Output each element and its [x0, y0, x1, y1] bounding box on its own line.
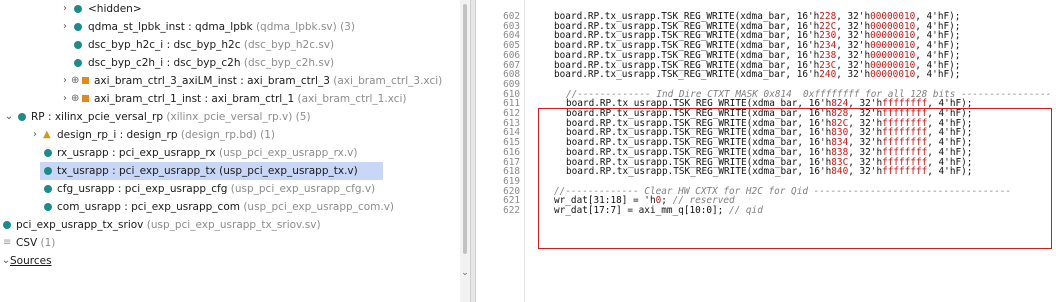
tree-item-source: (design_rp.bd) (1) [177, 129, 275, 141]
tree-item-label: pci_exp_usrapp_tx_sriov [16, 219, 144, 231]
chevron-right-icon[interactable]: › [30, 126, 40, 144]
tree-item-source: (axi_bram_ctrl_1.xci) [294, 93, 407, 105]
tree-item-pci-exp-usrapp-tx-sriov[interactable]: pci_exp_usrapp_tx_sriov (usp_pci_exp_usr… [0, 216, 460, 234]
tree-item-label: RP : xilinx_pcie_versal_rp [31, 111, 164, 123]
code-segment: board.RP.tx_usrapp.TSK_REG_WRITE(xdma_ba… [554, 69, 820, 81]
tree-item-axi-bram-ctrl-1[interactable]: › ⊕ axi_bram_ctrl_1_inst : axi_bram_ctrl… [0, 90, 460, 108]
tree-item-label: axi_bram_ctrl_1_inst : axi_bram_ctrl_1 [94, 93, 295, 105]
line-number: 622 [503, 205, 520, 216]
folder-icon: ≡ [3, 237, 12, 248]
code-segment: , 4'hF); [915, 69, 961, 81]
module-icon [44, 185, 52, 193]
tree-item-label: axi_bram_ctrl_3_axiLM_inst : axi_bram_ct… [94, 75, 330, 87]
ip-core-icon: ⊕ [71, 75, 80, 86]
tree-item-source: (xilinx_pcie_versal_rp.v) (5) [163, 111, 311, 123]
ip-block-icon [82, 77, 89, 84]
tree-item-label: dsc_byp_c2h_i : dsc_byp_c2h [88, 57, 241, 69]
tree-item-rp[interactable]: ⌄ RP : xilinx_pcie_versal_rp (xilinx_pci… [0, 108, 460, 126]
code-number: 240 [819, 69, 837, 81]
tree-item-tx-usrapp[interactable]: tx_usrapp : pci_exp_usrapp_tx (usp_pci_e… [40, 162, 383, 180]
tree-item-design-rp[interactable]: › ▲ design_rp_i : design_rp (design_rp.b… [0, 126, 460, 144]
code-segment: , 32'h [836, 69, 871, 81]
tree-item-source: (1) [37, 237, 56, 249]
module-icon [3, 221, 11, 229]
tree-item-source: (usp_pci_exp_usrapp_tx_sriov.sv) [143, 219, 321, 231]
chevron-right-icon[interactable]: › [60, 90, 70, 108]
module-icon [74, 5, 82, 13]
tree-item-label: cfg_usrapp : pci_exp_usrapp_cfg [57, 183, 228, 195]
chevron-down-icon[interactable]: ⌄ [4, 108, 14, 126]
tree-item-source: (usp_pci_exp_usrapp_tx.v) [215, 165, 358, 177]
tree-item-label: dsc_byp_h2c_i : dsc_byp_h2c [88, 39, 241, 51]
block-design-icon: ▲ [43, 129, 51, 140]
tree-item-source: (usp_pci_exp_usrapp_rx.v) [215, 147, 358, 159]
tree-item-label: rx_usrapp : pci_exp_usrapp_rx [57, 147, 216, 159]
module-icon [44, 203, 52, 211]
tree-item-source: (qdma_lpbk.sv) (3) [252, 21, 355, 33]
module-icon [44, 167, 52, 175]
module-icon [74, 59, 82, 67]
tree-item-source: (dsc_byp_c2h.sv) [240, 57, 335, 69]
tree-item-csv[interactable]: ≡ CSV (1) [0, 234, 460, 252]
tree-item-axi-bram-ctrl-3[interactable]: › ⊕ axi_bram_ctrl_3_axiLM_inst : axi_bra… [0, 72, 460, 90]
tree-item-com-usrapp[interactable]: com_usrapp : pci_exp_usrapp_com (usp_pci… [0, 198, 460, 216]
module-icon [18, 113, 26, 121]
tree-item-hidden[interactable]: › <hidden> [0, 0, 460, 18]
tree-item-label: com_usrapp : pci_exp_usrapp_com [57, 201, 240, 213]
tree-item-sources[interactable]: ⌄ Sources [0, 252, 460, 270]
tree-item-source: (dsc_byp_h2c.sv) [240, 39, 335, 51]
tree-item-label: tx_usrapp : pci_exp_usrapp_tx [57, 165, 216, 177]
tree-item-qdma-st-lpbk-inst[interactable]: › qdma_st_lpbk_inst : qdma_lpbk (qdma_lp… [0, 18, 460, 36]
ip-block-icon [82, 95, 89, 102]
tree-item-label: Sources [10, 255, 52, 267]
tree-item-dsc-byp-c2h[interactable]: dsc_byp_c2h_i : dsc_byp_c2h (dsc_byp_c2h… [0, 54, 460, 72]
module-icon [74, 23, 82, 31]
tree-item-dsc-byp-h2c[interactable]: dsc_byp_h2c_i : dsc_byp_h2c (dsc_byp_h2c… [0, 36, 460, 54]
chevron-right-icon[interactable]: › [60, 18, 70, 36]
module-icon [44, 149, 52, 157]
tree-item-label: design_rp_i : design_rp [57, 129, 178, 141]
chevron-right-icon[interactable]: › [60, 0, 70, 18]
module-icon [74, 41, 82, 49]
chevron-down-icon[interactable]: ⌄ [460, 268, 470, 278]
tree-item-source: (axi_bram_ctrl_3.xci) [329, 75, 443, 87]
tree-item-source: (usp_pci_exp_usrapp_cfg.v) [227, 183, 376, 195]
code-text: board.RP.tx_usrapp.TSK_REG_WRITE(xdma_ba… [554, 70, 960, 80]
tree-item-cfg-usrapp[interactable]: cfg_usrapp : pci_exp_usrapp_cfg (usp_pci… [0, 180, 460, 198]
tree-item-label: CSV [16, 237, 38, 249]
ip-core-icon: ⊕ [71, 93, 80, 104]
code-line[interactable]: 608 board.RP.tx_usrapp.TSK_REG_WRITE(xdma… [476, 70, 1056, 80]
tree-item-source: (usp_pci_exp_usrapp_com.v) [240, 201, 395, 213]
tree-item-rx-usrapp[interactable]: rx_usrapp : pci_exp_usrapp_rx (usp_pci_e… [0, 144, 460, 162]
code-number: 00000010 [870, 69, 916, 81]
tree-item-label: qdma_st_lpbk_inst : qdma_lpbk [88, 21, 253, 33]
hierarchy-panel: › <hidden> › qdma_st_lpbk_inst : qdma_lp… [0, 0, 470, 302]
chevron-right-icon[interactable]: › [60, 72, 70, 90]
tree-item-label: <hidden> [88, 3, 142, 15]
highlight-box [538, 108, 1052, 249]
scrollbar-thumb[interactable] [463, 4, 467, 254]
